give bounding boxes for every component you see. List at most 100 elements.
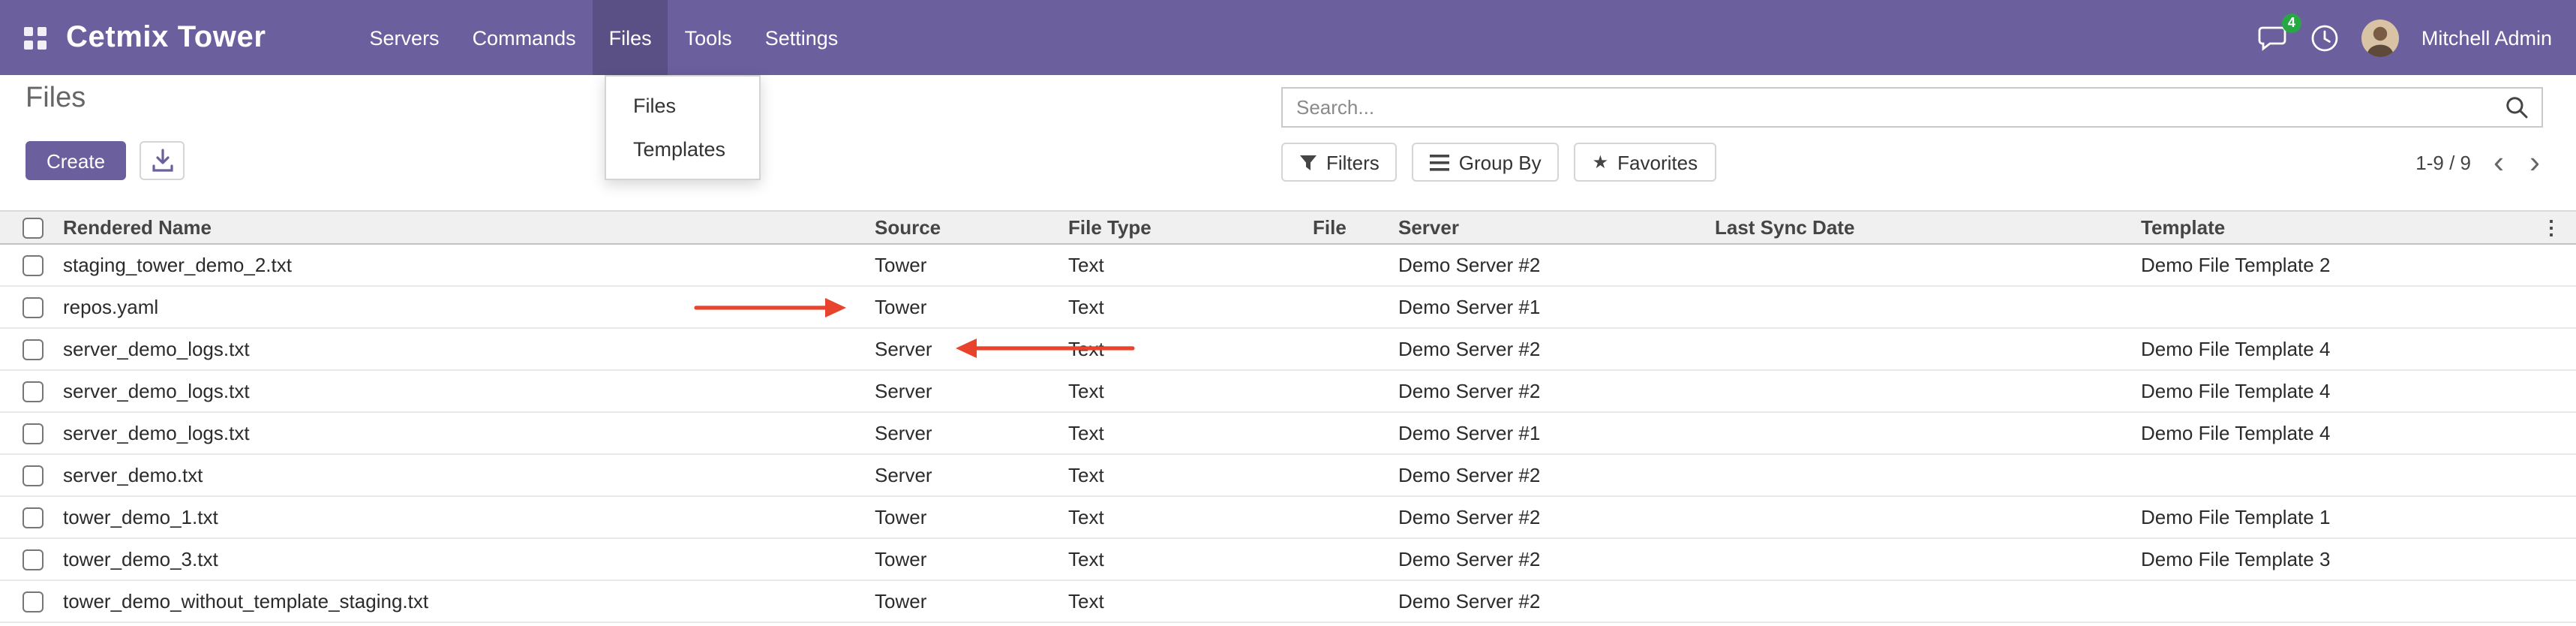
cell-server[interactable]: Demo Server #2: [1398, 538, 1715, 580]
cell-template[interactable]: [2141, 286, 2541, 328]
cell-file-type[interactable]: Text: [1068, 412, 1313, 454]
cell-source[interactable]: Tower: [875, 538, 1068, 580]
column-header-source[interactable]: Source: [875, 211, 1068, 244]
row-checkbox[interactable]: [23, 549, 44, 570]
nav-menu-commands[interactable]: Commands: [456, 0, 593, 75]
nav-menu-servers[interactable]: Servers: [353, 0, 456, 75]
cell-file[interactable]: [1313, 328, 1398, 370]
cell-source[interactable]: Tower: [875, 496, 1068, 538]
row-checkbox[interactable]: [23, 254, 44, 275]
nav-menu-tools[interactable]: Tools: [668, 0, 749, 75]
group-by-button[interactable]: Group By: [1413, 143, 1560, 182]
cell-server[interactable]: Demo Server #2: [1398, 454, 1715, 496]
search-input[interactable]: [1283, 96, 2505, 119]
cell-rendered-name[interactable]: server_demo_logs.txt: [63, 412, 875, 454]
column-header-last-sync-date[interactable]: Last Sync Date: [1715, 211, 2141, 244]
cell-last-sync-date[interactable]: [1715, 496, 2141, 538]
dropdown-item-files[interactable]: Files: [606, 84, 759, 128]
row-checkbox[interactable]: [23, 423, 44, 444]
cell-source[interactable]: Server: [875, 328, 1068, 370]
download-button[interactable]: [140, 141, 185, 180]
cell-template[interactable]: Demo File Template 3: [2141, 538, 2541, 580]
cell-source[interactable]: Tower: [875, 580, 1068, 622]
activities-button[interactable]: [2310, 23, 2339, 52]
cell-template[interactable]: Demo File Template 2: [2141, 244, 2541, 286]
column-header-rendered-name[interactable]: Rendered Name: [63, 211, 875, 244]
cell-last-sync-date[interactable]: [1715, 244, 2141, 286]
cell-last-sync-date[interactable]: [1715, 412, 2141, 454]
column-header-template[interactable]: Template: [2141, 211, 2541, 244]
apps-menu-icon[interactable]: [24, 26, 47, 49]
cell-last-sync-date[interactable]: [1715, 328, 2141, 370]
cell-file-type[interactable]: Text: [1068, 328, 1313, 370]
cell-file[interactable]: [1313, 370, 1398, 412]
column-header-file[interactable]: File: [1313, 211, 1398, 244]
cell-template[interactable]: [2141, 454, 2541, 496]
cell-rendered-name[interactable]: server_demo_logs.txt: [63, 328, 875, 370]
row-checkbox[interactable]: [23, 296, 44, 318]
messages-button[interactable]: 4: [2258, 24, 2288, 51]
pager-next-button[interactable]: ›: [2526, 146, 2543, 178]
cell-template[interactable]: Demo File Template 4: [2141, 328, 2541, 370]
cell-template[interactable]: Demo File Template 1: [2141, 496, 2541, 538]
cell-source[interactable]: Tower: [875, 286, 1068, 328]
cell-last-sync-date[interactable]: [1715, 286, 2141, 328]
column-header-file-type[interactable]: File Type: [1068, 211, 1313, 244]
table-row[interactable]: repos.yaml Tower Text Demo Server #1: [0, 286, 2576, 328]
select-all-checkbox[interactable]: [23, 217, 44, 238]
table-row[interactable]: server_demo_logs.txt Server Text Demo Se…: [0, 328, 2576, 370]
cell-server[interactable]: Demo Server #1: [1398, 412, 1715, 454]
cell-file-type[interactable]: Text: [1068, 454, 1313, 496]
cell-file[interactable]: [1313, 538, 1398, 580]
favorites-button[interactable]: ★ Favorites: [1575, 143, 1716, 182]
cell-file[interactable]: [1313, 580, 1398, 622]
cell-file-type[interactable]: Text: [1068, 496, 1313, 538]
cell-server[interactable]: Demo Server #2: [1398, 244, 1715, 286]
cell-file-type[interactable]: Text: [1068, 244, 1313, 286]
cell-file-type[interactable]: Text: [1068, 538, 1313, 580]
table-row[interactable]: staging_tower_demo_2.txt Tower Text Demo…: [0, 244, 2576, 286]
cell-rendered-name[interactable]: staging_tower_demo_2.txt: [63, 244, 875, 286]
app-brand[interactable]: Cetmix Tower: [66, 20, 266, 55]
table-row[interactable]: server_demo.txt Server Text Demo Server …: [0, 454, 2576, 496]
cell-last-sync-date[interactable]: [1715, 538, 2141, 580]
nav-menu-settings[interactable]: Settings: [749, 0, 855, 75]
table-row[interactable]: tower_demo_1.txt Tower Text Demo Server …: [0, 496, 2576, 538]
row-checkbox[interactable]: [23, 591, 44, 612]
cell-server[interactable]: Demo Server #2: [1398, 328, 1715, 370]
search-icon[interactable]: [2505, 96, 2528, 119]
cell-rendered-name[interactable]: server_demo.txt: [63, 454, 875, 496]
cell-rendered-name[interactable]: tower_demo_1.txt: [63, 496, 875, 538]
user-avatar[interactable]: [2361, 19, 2399, 56]
cell-source[interactable]: Tower: [875, 244, 1068, 286]
row-checkbox[interactable]: [23, 507, 44, 528]
cell-server[interactable]: Demo Server #2: [1398, 370, 1715, 412]
cell-template[interactable]: [2141, 580, 2541, 622]
cell-file[interactable]: [1313, 286, 1398, 328]
cell-file[interactable]: [1313, 244, 1398, 286]
table-row[interactable]: tower_demo_3.txt Tower Text Demo Server …: [0, 538, 2576, 580]
optional-columns-icon[interactable]: ⋮: [2541, 211, 2576, 244]
cell-file-type[interactable]: Text: [1068, 286, 1313, 328]
user-name[interactable]: Mitchell Admin: [2421, 26, 2552, 49]
cell-template[interactable]: Demo File Template 4: [2141, 412, 2541, 454]
cell-source[interactable]: Server: [875, 454, 1068, 496]
cell-file-type[interactable]: Text: [1068, 370, 1313, 412]
cell-rendered-name[interactable]: tower_demo_without_template_staging.txt: [63, 580, 875, 622]
cell-rendered-name[interactable]: tower_demo_3.txt: [63, 538, 875, 580]
cell-template[interactable]: Demo File Template 4: [2141, 370, 2541, 412]
row-checkbox[interactable]: [23, 381, 44, 402]
column-header-server[interactable]: Server: [1398, 211, 1715, 244]
cell-source[interactable]: Server: [875, 370, 1068, 412]
cell-server[interactable]: Demo Server #1: [1398, 286, 1715, 328]
cell-last-sync-date[interactable]: [1715, 370, 2141, 412]
row-checkbox[interactable]: [23, 339, 44, 360]
row-checkbox[interactable]: [23, 465, 44, 486]
table-row[interactable]: server_demo_logs.txt Server Text Demo Se…: [0, 370, 2576, 412]
cell-rendered-name[interactable]: repos.yaml: [63, 286, 875, 328]
cell-last-sync-date[interactable]: [1715, 580, 2141, 622]
cell-source[interactable]: Server: [875, 412, 1068, 454]
table-row[interactable]: tower_demo_without_template_staging.txt …: [0, 580, 2576, 622]
nav-menu-files[interactable]: Files: [593, 0, 668, 75]
pager-previous-button[interactable]: ‹: [2490, 146, 2507, 178]
